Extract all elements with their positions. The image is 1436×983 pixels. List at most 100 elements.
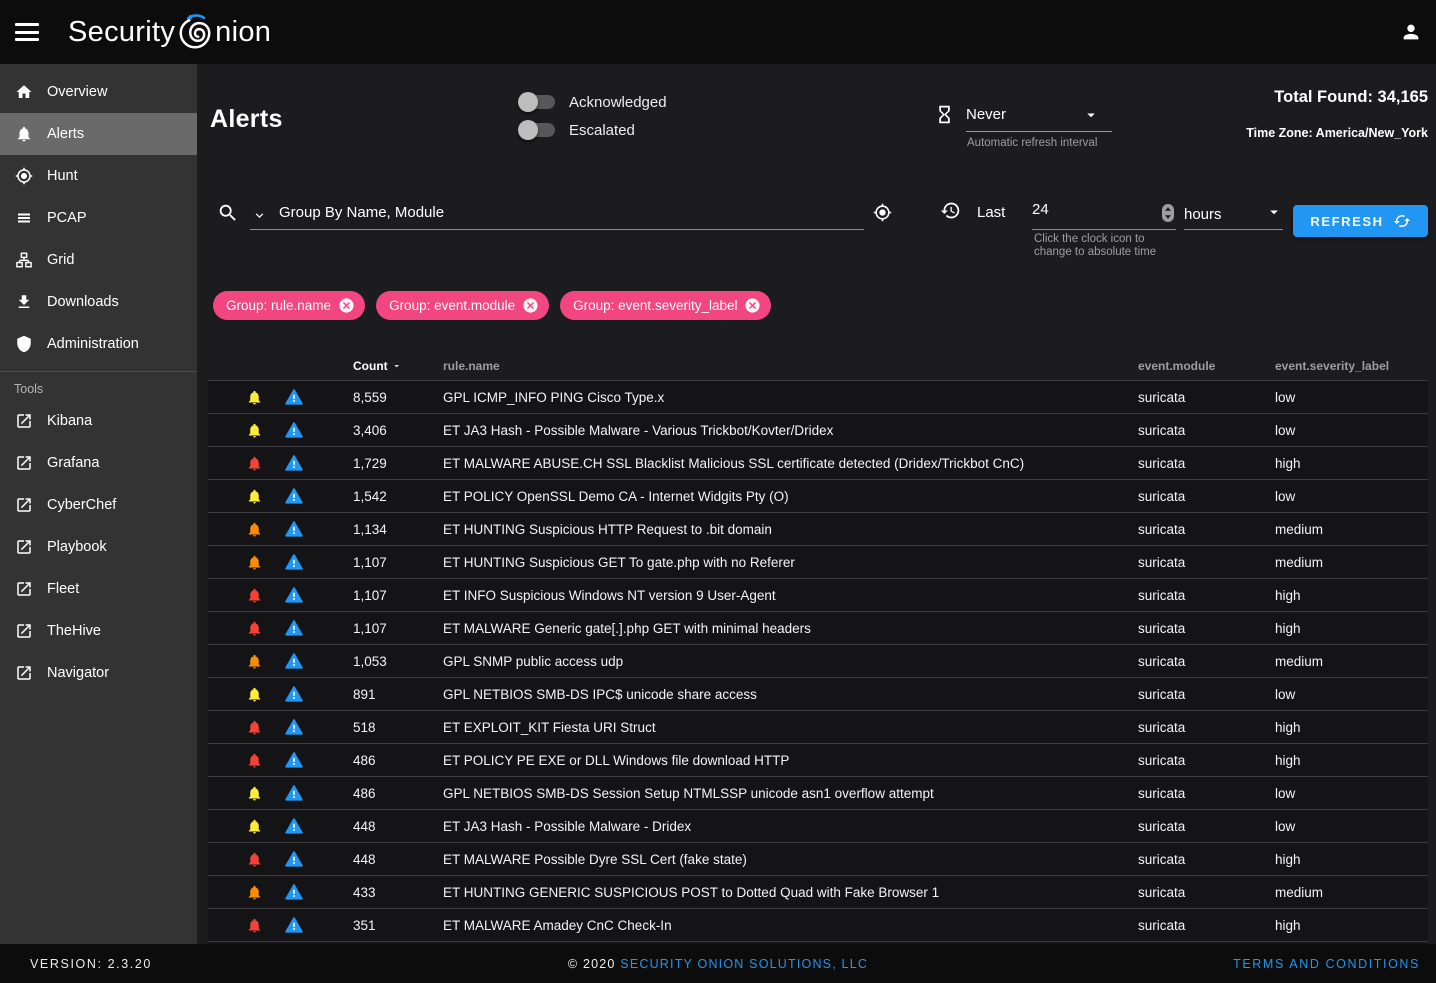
sidebar-item[interactable]: Overview <box>0 71 197 113</box>
chip-close-icon[interactable] <box>522 297 539 314</box>
severity-bell-icon[interactable] <box>246 587 263 604</box>
severity-bell-icon[interactable] <box>246 785 263 802</box>
table-row[interactable]: 351 ET MALWARE Amadey CnC Check-In suric… <box>208 908 1428 941</box>
info-triangle-icon[interactable] <box>285 454 303 472</box>
table-row[interactable]: 1,107 ET INFO Suspicious Windows NT vers… <box>208 578 1428 611</box>
hunt-crosshair-icon[interactable] <box>873 203 892 222</box>
info-triangle-icon[interactable] <box>285 784 303 802</box>
table-row[interactable]: 1,107 ET MALWARE Generic gate[.].php GET… <box>208 611 1428 644</box>
severity-bell-icon[interactable] <box>246 488 263 505</box>
info-triangle-icon[interactable] <box>285 553 303 571</box>
table-row[interactable]: 1,134 ET HUNTING Suspicious HTTP Request… <box>208 512 1428 545</box>
tools-item[interactable]: Playbook <box>0 526 197 568</box>
severity-bell-icon[interactable] <box>246 752 263 769</box>
severity-bell-icon[interactable] <box>246 455 263 472</box>
info-triangle-icon[interactable] <box>285 586 303 604</box>
sidebar-item[interactable]: Administration <box>0 323 197 365</box>
severity-bell-icon[interactable] <box>246 851 263 868</box>
row-event-module: suricata <box>1138 555 1275 570</box>
column-header-count[interactable]: Count <box>314 359 402 373</box>
escalated-toggle[interactable]: Escalated <box>521 120 667 140</box>
table-row[interactable]: 3,406 ET JA3 Hash - Possible Malware - V… <box>208 413 1428 446</box>
tools-item[interactable]: Navigator <box>0 652 197 694</box>
table-row[interactable]: 486 GPL NETBIOS SMB-DS Session Setup NTM… <box>208 776 1428 809</box>
sidebar-item[interactable]: Hunt <box>0 155 197 197</box>
query-input[interactable] <box>279 204 864 221</box>
table-row[interactable]: 518 ET EXPLOIT_KIT Fiesta URI Struct sur… <box>208 710 1428 743</box>
info-triangle-icon[interactable] <box>285 817 303 835</box>
info-triangle-icon[interactable] <box>285 652 303 670</box>
auto-refresh-select[interactable]: Never <box>934 104 1114 125</box>
severity-bell-icon[interactable] <box>246 917 263 934</box>
acknowledged-toggle[interactable]: Acknowledged <box>521 92 667 112</box>
chip-close-icon[interactable] <box>744 297 761 314</box>
query-dropdown-chevron-icon[interactable] <box>252 208 267 223</box>
severity-bell-icon[interactable] <box>246 719 263 736</box>
tools-item[interactable]: TheHive <box>0 610 197 652</box>
severity-bell-icon[interactable] <box>246 620 263 637</box>
table-row[interactable]: 486 ET POLICY PE EXE or DLL Windows file… <box>208 743 1428 776</box>
tools-item[interactable]: Kibana <box>0 400 197 442</box>
table-row[interactable]: 891 GPL NETBIOS SMB-DS IPC$ unicode shar… <box>208 677 1428 710</box>
severity-bell-icon[interactable] <box>246 818 263 835</box>
column-header-event-module[interactable]: event.module <box>1138 359 1275 373</box>
table-row[interactable]: 1,729 ET MALWARE ABUSE.CH SSL Blacklist … <box>208 446 1428 479</box>
table-row[interactable]: 1,107 ET HUNTING Suspicious GET To gate.… <box>208 545 1428 578</box>
row-severity-label: high <box>1275 456 1428 471</box>
search-icon[interactable] <box>217 202 239 224</box>
severity-bell-icon[interactable] <box>246 554 263 571</box>
row-count: 448 <box>314 819 402 834</box>
filter-chip[interactable]: Group: event.module <box>376 291 549 320</box>
tools-item[interactable]: Fleet <box>0 568 197 610</box>
external-link-icon <box>15 454 33 472</box>
info-triangle-icon[interactable] <box>285 388 303 406</box>
table-row[interactable]: 1,542 ET POLICY OpenSSL Demo CA - Intern… <box>208 479 1428 512</box>
info-triangle-icon[interactable] <box>285 718 303 736</box>
severity-bell-icon[interactable] <box>246 389 263 406</box>
sidebar-item[interactable]: Grid <box>0 239 197 281</box>
column-header-severity[interactable]: event.severity_label <box>1275 359 1428 373</box>
tools-item[interactable]: Grafana <box>0 442 197 484</box>
user-account-button[interactable] <box>1400 21 1422 43</box>
info-triangle-icon[interactable] <box>285 487 303 505</box>
duration-input[interactable] <box>1032 195 1132 218</box>
sidebar-item[interactable]: PCAP <box>0 197 197 239</box>
tools-item-label: Fleet <box>47 581 79 597</box>
column-header-rule-name[interactable]: rule.name <box>402 359 1138 373</box>
filter-chip[interactable]: Group: event.severity_label <box>560 291 771 320</box>
info-triangle-icon[interactable] <box>285 883 303 901</box>
table-row[interactable]: 448 ET JA3 Hash - Possible Malware - Dri… <box>208 809 1428 842</box>
toggle-switch[interactable] <box>521 95 555 109</box>
solutions-link[interactable]: SECURITY ONION SOLUTIONS, LLC <box>620 957 868 971</box>
sidebar-item-icon <box>15 167 33 185</box>
chip-close-icon[interactable] <box>338 297 355 314</box>
toggle-switch[interactable] <box>521 123 555 137</box>
refresh-button[interactable]: REFRESH <box>1293 205 1428 237</box>
info-triangle-icon[interactable] <box>285 520 303 538</box>
unit-select[interactable]: hours <box>1184 195 1283 230</box>
severity-bell-icon[interactable] <box>246 422 263 439</box>
info-triangle-icon[interactable] <box>285 916 303 934</box>
table-row[interactable]: 1,053 GPL SNMP public access udp suricat… <box>208 644 1428 677</box>
sidebar-item[interactable]: Alerts <box>0 113 197 155</box>
info-triangle-icon[interactable] <box>285 421 303 439</box>
brand-logo[interactable]: Security nion <box>68 12 271 52</box>
severity-bell-icon[interactable] <box>246 653 263 670</box>
table-row[interactable]: 433 ET HUNTING GENERIC SUSPICIOUS POST t… <box>208 875 1428 908</box>
sidebar-item[interactable]: Downloads <box>0 281 197 323</box>
table-row[interactable]: 8,559 GPL ICMP_INFO PING Cisco Type.x su… <box>208 380 1428 413</box>
info-triangle-icon[interactable] <box>285 850 303 868</box>
info-triangle-icon[interactable] <box>285 619 303 637</box>
info-triangle-icon[interactable] <box>285 685 303 703</box>
hamburger-menu-icon[interactable] <box>15 23 39 41</box>
table-row[interactable]: 448 ET MALWARE Possible Dyre SSL Cert (f… <box>208 842 1428 875</box>
number-stepper-icon[interactable] <box>1162 204 1174 222</box>
severity-bell-icon[interactable] <box>246 521 263 538</box>
severity-bell-icon[interactable] <box>246 884 263 901</box>
info-triangle-icon[interactable] <box>285 751 303 769</box>
severity-bell-icon[interactable] <box>246 686 263 703</box>
terms-link[interactable]: TERMS AND CONDITIONS <box>1233 957 1420 971</box>
filter-chip[interactable]: Group: rule.name <box>213 291 365 320</box>
clock-history-icon[interactable] <box>940 200 961 221</box>
tools-item[interactable]: CyberChef <box>0 484 197 526</box>
